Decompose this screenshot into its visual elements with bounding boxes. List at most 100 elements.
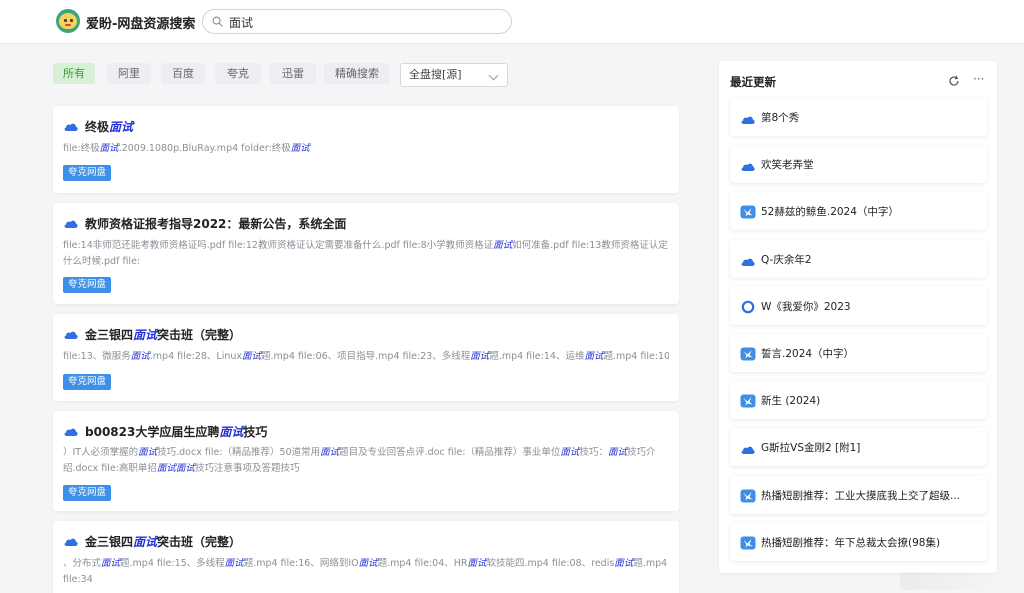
result-title-text: 金三银四 (85, 535, 134, 549)
filter-tab-xunlei[interactable]: 迅雷 (270, 63, 316, 84)
recent-update-item[interactable]: 热播短剧推荐：工业大摸底我上交了超级... (730, 475, 987, 514)
filter-tab-aliyun[interactable]: 阿里 (107, 63, 151, 84)
desc-highlight: 面试 (358, 558, 378, 569)
result-title-suffix: 技巧 (243, 425, 268, 439)
xunlei-bird-icon (740, 393, 756, 408)
desc-highlight: 面试 (290, 143, 310, 154)
desc-highlight: 面试 (614, 558, 634, 569)
result-card[interactable]: b00823大学应届生应聘面试技巧 ）IT人必须掌握的面试技巧.docx fil… (53, 411, 679, 511)
result-title[interactable]: 金三银四面试突击班（完整） (63, 326, 241, 342)
result-title-highlight: 面试 (109, 120, 134, 134)
recent-update-item[interactable]: 新生 (2024) (730, 381, 987, 420)
search-input[interactable] (229, 13, 499, 31)
xunlei-bird-icon (740, 204, 756, 219)
recent-update-label: Q-庆余年2 (761, 253, 812, 266)
quark-disk-tag[interactable]: 夸克网盘 (63, 374, 112, 390)
quark-cloud-icon (64, 428, 78, 436)
desc-text: 软技能四.mp4 file:08、redis (486, 558, 615, 569)
recent-update-item[interactable]: 欢笑老弄堂 (730, 145, 987, 184)
recent-update-label: 欢笑老弄堂 (761, 159, 814, 172)
more-options-icon[interactable]: ··· (973, 73, 987, 86)
result-title-text: b00823大学应届生应聘 (85, 425, 220, 439)
filter-tab-baidu[interactable]: 百度 (161, 63, 205, 84)
result-title[interactable]: 终极面试 (63, 118, 133, 134)
search-icon (212, 16, 223, 27)
result-card[interactable]: 金三银四面试突击班（完整） 、分布式面试题.mp4 file:15、多线程面试题… (53, 521, 679, 593)
desc-text: 技巧： (579, 447, 608, 458)
result-card[interactable]: 教师资格证报考指导2022：最新公告，系统全面 file:14非师范还能考教师资… (53, 203, 679, 304)
recent-update-item[interactable]: W《我爱你》2023 (730, 286, 987, 325)
recent-update-item[interactable]: G斯拉VS金刚2 [附1] (730, 428, 987, 467)
recent-updates-title: 最近更新 (730, 75, 776, 89)
quark-cloud-icon (64, 538, 78, 546)
quark-disk-tag[interactable]: 夸克网盘 (63, 165, 112, 181)
desc-highlight: 面试 (175, 463, 195, 474)
quark-cloud-icon (64, 331, 78, 339)
result-description: 、分布式面试题.mp4 file:15、多线程面试题.mp4 file:16、网… (63, 556, 669, 588)
quark-cloud-icon (64, 220, 78, 228)
desc-highlight: 面试 (138, 447, 158, 458)
desc-text: file:14非师范还能考教师资格证吗.pdf file:12教师资格证认定需要… (63, 240, 494, 251)
desc-highlight: 面试 (101, 558, 121, 569)
recent-update-item[interactable]: 52赫兹的鲸鱼.2024（中字） (730, 192, 987, 231)
xunlei-bird-icon (740, 535, 756, 550)
source-select[interactable]: 全盘搜[源] (400, 63, 508, 87)
desc-highlight: 面试 (560, 447, 580, 458)
recent-update-item[interactable]: Q-庆余年2 (730, 239, 987, 278)
result-card[interactable]: 金三银四面试突击班（完整） file:13、微服务面试.mp4 file:28、… (53, 314, 679, 401)
quark-ring-icon (740, 299, 756, 314)
quark-disk-tag[interactable]: 夸克网盘 (63, 485, 112, 501)
recent-update-item[interactable]: 热播短剧推荐：年下总裁太会撩(98集) (730, 522, 987, 561)
result-title[interactable]: 金三银四面试突击班（完整） (63, 533, 241, 549)
xunlei-bird-icon (740, 488, 756, 503)
recent-update-label: W《我爱你》2023 (761, 300, 851, 313)
desc-text: 、分布式 (63, 558, 102, 569)
desc-text: 技巧.docx file:（精品推荐）50道常用 (157, 447, 321, 458)
desc-text: 题.mp4 file:06、项目指导.mp4 file:23、多线程 (261, 351, 471, 362)
filter-tab-exact[interactable]: 精确搜索 (324, 63, 390, 84)
chevron-down-icon (488, 70, 499, 81)
quark-cloud-icon (740, 252, 756, 266)
recent-update-label: 热播短剧推荐：工业大摸底我上交了超级... (761, 489, 961, 502)
desc-highlight: 面试 (224, 558, 244, 569)
quark-cloud-icon (64, 123, 78, 131)
recent-update-label: G斯拉VS金刚2 [附1] (761, 442, 861, 455)
recent-update-item[interactable]: 誓言.2024（中字） (730, 334, 987, 372)
refresh-icon[interactable] (948, 75, 960, 87)
desc-highlight: 面试 (607, 447, 627, 458)
site-title[interactable]: 爱盼-网盘资源搜索 (86, 13, 195, 32)
desc-text: 技巧注意事项及答题技巧 (194, 463, 300, 474)
desc-highlight: 面试 (99, 143, 119, 154)
search-box[interactable] (202, 9, 512, 34)
result-description: file:14非师范还能考教师资格证吗.pdf file:12教师资格证认定需要… (63, 238, 669, 270)
result-title-suffix: 突击班（完整） (157, 535, 242, 549)
result-description: file:13、微服务面试.mp4 file:28、Linux面试题.mp4 f… (63, 349, 669, 365)
result-title-highlight: 面试 (133, 328, 158, 342)
desc-highlight: 面试 (320, 447, 340, 458)
desc-text: 题.mp4 file:14、运维 (489, 351, 585, 362)
desc-text: 题.mp4 file:10、 (603, 351, 669, 362)
site-logo-icon[interactable] (56, 9, 80, 33)
desc-text: .2009.1080p.BluRay.mp4 folder:终极 (118, 143, 291, 154)
desc-text: 题.mp4 file:16、网络到IO (243, 558, 359, 569)
recent-updates-panel: 最近更新 ··· 第8个秀欢笑老弄堂 52赫兹的鲸鱼.2024（中字） Q-庆余年2… (719, 61, 997, 573)
recent-update-label: 新生 (2024) (761, 395, 821, 408)
result-title[interactable]: b00823大学应届生应聘面试技巧 (63, 423, 267, 439)
result-title-highlight: 面试 (133, 535, 158, 549)
result-description: ）IT人必须掌握的面试技巧.docx file:（精品推荐）50道常用面试题目及… (63, 445, 669, 477)
recent-update-label: 52赫兹的鲸鱼.2024（中字） (761, 206, 899, 219)
quark-disk-tag[interactable]: 夸克网盘 (63, 277, 112, 293)
result-card[interactable]: 终极面试 file:终极面试.2009.1080p.BluRay.mp4 fol… (53, 106, 679, 193)
desc-highlight: 面试 (156, 463, 176, 474)
filter-tab-quark[interactable]: 夸克 (215, 63, 261, 84)
desc-text: ）IT人必须掌握的 (63, 447, 139, 458)
result-title-suffix: 突击班（完整） (157, 328, 242, 342)
desc-text: 题.mp4 file:04、HR (377, 558, 468, 569)
result-title[interactable]: 教师资格证报考指导2022：最新公告，系统全面 (63, 215, 346, 231)
quark-cloud-icon (740, 110, 756, 124)
result-description: file:终极面试.2009.1080p.BluRay.mp4 folder:终… (63, 141, 669, 157)
result-title-text: 金三银四 (85, 328, 134, 342)
recent-update-item[interactable]: 第8个秀 (730, 98, 987, 136)
filter-tab-all[interactable]: 所有 (53, 63, 95, 84)
desc-text: .mp4 file:28、Linux (149, 351, 243, 362)
